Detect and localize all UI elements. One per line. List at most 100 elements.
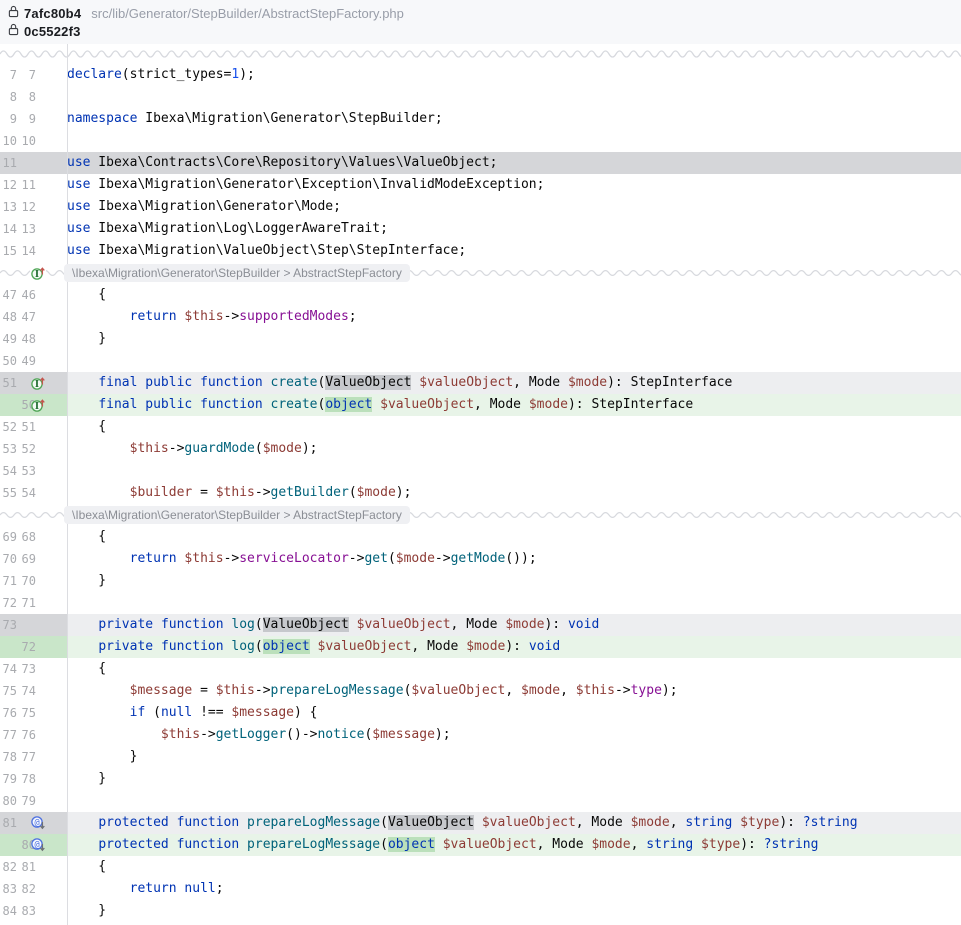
old-line-number: 7 (0, 64, 17, 86)
code-text: return $this->serviceLocator->get($mode-… (67, 548, 961, 570)
code-line[interactable]: 7675 if (null !== $message) { (0, 702, 961, 724)
code-line[interactable]: 5453 (0, 460, 961, 482)
new-line-number: 75 (17, 702, 36, 724)
code-text: $this->getLogger()->notice($message); (67, 724, 961, 746)
old-line-number: 76 (0, 702, 17, 724)
added-line[interactable]: 80@ protected function prepareLogMessage… (0, 834, 961, 856)
old-line-number: 73 (0, 614, 17, 636)
code-line[interactable]: 1010 (0, 130, 961, 152)
code-text (67, 86, 961, 108)
code-text: use Ibexa\Contracts\Core\Repository\Valu… (67, 152, 961, 174)
code-text: $message = $this->prepareLogMessage($val… (67, 680, 961, 702)
breadcrumb[interactable]: \Ibexa\Migration\Generator\StepBuilder >… (64, 264, 410, 282)
code-text (67, 460, 961, 482)
svg-text:@: @ (34, 840, 39, 850)
code-line[interactable]: 5554 $builder = $this->getBuilder($mode)… (0, 482, 961, 504)
old-line-number: 13 (0, 196, 17, 218)
diff-rows: 77 declare(strict_types=1);8899namespace … (0, 64, 961, 922)
code-line[interactable]: 7978 } (0, 768, 961, 790)
code-line[interactable]: 7170 } (0, 570, 961, 592)
added-line[interactable]: 72 private function log(object $valueObj… (0, 636, 961, 658)
code-line[interactable]: 6968 { (0, 526, 961, 548)
gutter: 4948 (0, 328, 67, 350)
code-line[interactable]: 7574 $message = $this->prepareLogMessage… (0, 680, 961, 702)
code-line[interactable]: 8382 return null; (0, 878, 961, 900)
implements-icon[interactable]: I (30, 397, 46, 413)
old-line-number: 51 (0, 372, 17, 394)
gutter: 4847 (0, 306, 67, 328)
code-text: declare(strict_types=1); (67, 64, 961, 86)
old-line-number: 49 (0, 328, 17, 350)
code-line[interactable]: 77 declare(strict_types=1); (0, 64, 961, 86)
diff-header: 7afc80b4 src/lib/Generator/StepBuilder/A… (0, 0, 961, 44)
new-line-number: 8 (17, 86, 36, 108)
gutter: 7473 (0, 658, 67, 680)
old-line-number: 48 (0, 306, 17, 328)
code-text: { (67, 526, 961, 548)
code-line[interactable]: 8281 { (0, 856, 961, 878)
code-line[interactable]: 88 (0, 86, 961, 108)
old-line-number: 83 (0, 878, 17, 900)
gutter: 1514 (0, 240, 67, 262)
code-text: protected function prepareLogMessage(obj… (67, 834, 961, 856)
gutter: 4746 (0, 284, 67, 306)
old-line-number: 15 (0, 240, 17, 262)
new-line-number: 73 (17, 658, 36, 680)
new-line-number: 51 (17, 416, 36, 438)
old-line-number: 52 (0, 416, 17, 438)
gutter: 1312 (0, 196, 67, 218)
old-line-number: 77 (0, 724, 17, 746)
implements-icon[interactable]: I (30, 265, 46, 281)
code-line[interactable]: 7271 (0, 592, 961, 614)
code-text: use Ibexa\Migration\Log\LoggerAwareTrait… (67, 218, 961, 240)
code-line[interactable]: 1514use Ibexa\Migration\ValueObject\Step… (0, 240, 961, 262)
new-line-number: 81 (17, 856, 36, 878)
code-line[interactable]: 4746 { (0, 284, 961, 306)
new-line-number: 9 (17, 108, 36, 130)
new-line-number (17, 614, 36, 636)
code-text: return $this->supportedModes; (67, 306, 961, 328)
code-line[interactable]: 5049 (0, 350, 961, 372)
removed-line[interactable]: 73 private function log(ValueObject $val… (0, 614, 961, 636)
gutter: 7069 (0, 548, 67, 570)
code-text: if (null !== $message) { (67, 702, 961, 724)
gutter: 73 (0, 614, 67, 636)
gutter: 7877 (0, 746, 67, 768)
old-line-number: 10 (0, 130, 17, 152)
code-line[interactable]: 4948 } (0, 328, 961, 350)
code-text: return null; (67, 878, 961, 900)
code-line[interactable]: 7069 return $this->serviceLocator->get($… (0, 548, 961, 570)
collapsed-region-separator[interactable]: I \Ibexa\Migration\Generator\StepBuilder … (0, 262, 961, 284)
code-line[interactable]: 7877 } (0, 746, 961, 768)
code-line[interactable]: 4847 return $this->supportedModes; (0, 306, 961, 328)
collapsed-region-separator[interactable]: \Ibexa\Migration\Generator\StepBuilder >… (0, 504, 961, 526)
code-line[interactable]: 7473 { (0, 658, 961, 680)
code-line[interactable]: 7776 $this->getLogger()->notice($message… (0, 724, 961, 746)
removed-line[interactable]: 51I final public function create(ValueOb… (0, 372, 961, 394)
removed-line[interactable]: 11use Ibexa\Contracts\Core\Repository\Va… (0, 152, 961, 174)
code-line[interactable]: 1211use Ibexa\Migration\Generator\Except… (0, 174, 961, 196)
code-text: $builder = $this->getBuilder($mode); (67, 482, 961, 504)
code-line[interactable]: 1413use Ibexa\Migration\Log\LoggerAwareT… (0, 218, 961, 240)
gutter: 5352 (0, 438, 67, 460)
gutter: 11 (0, 152, 67, 174)
implements-icon[interactable]: I (30, 375, 46, 391)
added-line[interactable]: 50I final public function create(object … (0, 394, 961, 416)
new-line-number: 7 (17, 64, 36, 86)
overridden-method-icon[interactable]: @ (30, 837, 46, 853)
old-line-number: 72 (0, 592, 17, 614)
code-line[interactable]: 99namespace Ibexa\Migration\Generator\St… (0, 108, 961, 130)
code-text: { (67, 284, 961, 306)
overridden-method-icon[interactable]: @ (30, 815, 46, 831)
old-line-number: 50 (0, 350, 17, 372)
code-line[interactable]: 8079 (0, 790, 961, 812)
code-line[interactable]: 8483 } (0, 900, 961, 922)
commit-row-new: 0c5522f3 (0, 22, 961, 40)
breadcrumb[interactable]: \Ibexa\Migration\Generator\StepBuilder >… (64, 506, 410, 524)
code-line[interactable]: 5251 { (0, 416, 961, 438)
code-line[interactable]: 1312use Ibexa\Migration\Generator\Mode; (0, 196, 961, 218)
old-line-number (0, 636, 17, 658)
wavy-separator (0, 47, 961, 61)
code-line[interactable]: 5352 $this->guardMode($mode); (0, 438, 961, 460)
removed-line[interactable]: 81@ protected function prepareLogMessage… (0, 812, 961, 834)
